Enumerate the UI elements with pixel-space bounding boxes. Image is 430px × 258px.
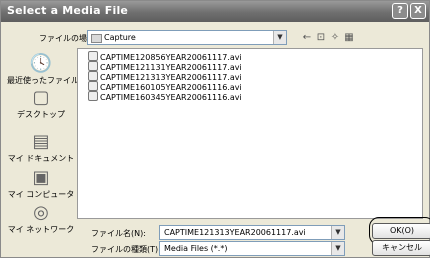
place-label: 最近使ったファイル [7, 76, 79, 85]
place-label: デスクトップ [17, 110, 65, 119]
media-file-icon [88, 91, 98, 101]
file-name: CAPTIME160345YEAR20061116.avi [100, 93, 242, 102]
file-dialog: Select a Media File ? X ファイルの場所(I): Capt… [0, 0, 430, 258]
view-menu-icon[interactable]: ▦ [343, 32, 355, 44]
file-type-dropdown[interactable]: Media Files (*.*) ▼ [159, 241, 345, 256]
my-computer-icon: ▣ [32, 167, 50, 188]
place-recent[interactable]: 🕓 最近使ったファイル [7, 53, 79, 86]
my-documents-icon: ▤ [32, 131, 50, 152]
file-type-label: ファイルの種類(T): [91, 245, 161, 254]
file-type-value: Media Files (*.*) [164, 244, 228, 253]
place-my-computer[interactable]: ▣ マイ コンピュータ [7, 167, 75, 200]
look-in-dropdown[interactable]: Capture ▼ [87, 30, 287, 45]
place-label: マイ コンピュータ [7, 190, 75, 199]
recent-documents-icon: 🕓 [29, 53, 53, 74]
ok-button[interactable]: OK(O) [372, 223, 430, 239]
chevron-down-icon[interactable]: ▼ [331, 226, 344, 239]
close-button[interactable]: X [410, 3, 426, 19]
media-file-icon [88, 81, 98, 91]
place-my-network[interactable]: ◎ マイ ネットワーク [7, 202, 75, 235]
up-folder-icon[interactable]: ⊡ [315, 32, 327, 44]
desktop-icon: ▢ [32, 87, 50, 108]
help-button[interactable]: ? [392, 3, 408, 19]
place-label: マイ ネットワーク [7, 225, 75, 234]
new-folder-icon[interactable]: ✧ [329, 32, 341, 44]
title-bar: Select a Media File ? X [1, 1, 429, 22]
back-icon[interactable]: ← [301, 32, 313, 44]
media-file-icon [88, 61, 98, 71]
chevron-down-icon[interactable]: ▼ [331, 242, 344, 255]
media-file-icon [88, 51, 98, 61]
dialog-title: Select a Media File [7, 4, 129, 17]
my-network-icon: ◎ [33, 202, 49, 223]
chevron-down-icon[interactable]: ▼ [273, 31, 286, 44]
cancel-button[interactable]: キャンセル [372, 240, 430, 256]
file-name-input[interactable]: CAPTIME121313YEAR20061117.avi ▼ [159, 225, 345, 240]
place-desktop[interactable]: ▢ デスクトップ [7, 87, 75, 120]
file-name-label: ファイル名(N): [91, 229, 146, 238]
folder-icon [91, 34, 102, 43]
list-item[interactable]: CAPTIME160345YEAR20061116.avi [88, 91, 242, 102]
file-list[interactable]: CAPTIME120856YEAR20061117.avi CAPTIME121… [77, 48, 423, 219]
place-my-documents[interactable]: ▤ マイ ドキュメント [7, 131, 75, 164]
media-file-icon [88, 71, 98, 81]
place-label: マイ ドキュメント [7, 154, 75, 163]
places-bar: 🕓 最近使ったファイル ▢ デスクトップ ▤ マイ ドキュメント ▣ マイ コン… [7, 49, 79, 249]
look-in-value: Capture [104, 33, 136, 42]
file-name-value: CAPTIME121313YEAR20061117.avi [164, 228, 306, 237]
